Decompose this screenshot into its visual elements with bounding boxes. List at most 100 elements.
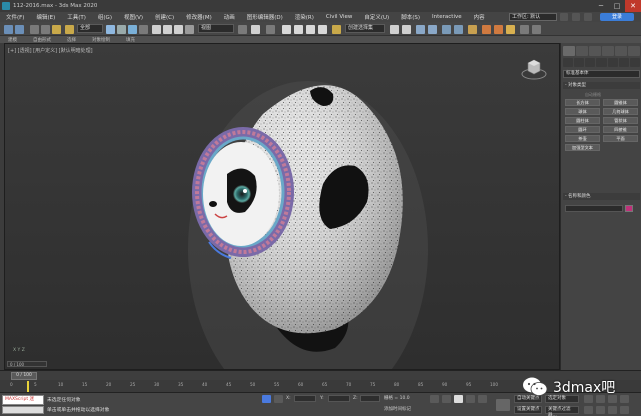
- ribbon-tab-modeling[interactable]: 建模: [0, 37, 25, 43]
- scene-explorer-icon[interactable]: [416, 25, 425, 34]
- textplus-button[interactable]: 加强型文本: [565, 144, 600, 151]
- plane-button[interactable]: 平面: [603, 135, 638, 142]
- pan-view-icon[interactable]: [596, 406, 605, 414]
- time-slider-thumb[interactable]: 0 / 100: [11, 372, 37, 380]
- keyboard-shortcut-icon[interactable]: [266, 25, 275, 34]
- orbit-icon[interactable]: [608, 406, 617, 414]
- align-icon[interactable]: [402, 25, 411, 34]
- modify-tab-icon[interactable]: [576, 46, 588, 56]
- menu-civil-view[interactable]: Civil View: [320, 14, 358, 20]
- add-time-tag[interactable]: 添加时间标记: [384, 406, 411, 412]
- place-icon[interactable]: [185, 25, 194, 34]
- menu-content[interactable]: 内容: [468, 13, 491, 21]
- next-frame-icon[interactable]: [466, 395, 475, 403]
- snaps-toggle-icon[interactable]: [282, 25, 291, 34]
- menu-file[interactable]: 文件(F): [0, 13, 30, 21]
- menu-animation[interactable]: 动画: [218, 13, 241, 21]
- key-filters-button[interactable]: 关键点过滤器...: [545, 406, 579, 416]
- angle-snap-icon[interactable]: [294, 25, 303, 34]
- help-icon[interactable]: [572, 13, 580, 21]
- minimize-button[interactable]: ─: [593, 0, 609, 12]
- geosphere-button[interactable]: 几何球体: [603, 108, 638, 115]
- set-key-button[interactable]: 设置关键点: [514, 406, 542, 414]
- play-icon[interactable]: [454, 395, 463, 403]
- pyramid-button[interactable]: 四棱锥: [603, 126, 638, 133]
- layer-explorer-icon[interactable]: [428, 25, 437, 34]
- spacewarps-icon[interactable]: [618, 58, 629, 67]
- tube-button[interactable]: 管状体: [603, 117, 638, 124]
- lights-icon[interactable]: [585, 58, 596, 67]
- workspace-select[interactable]: 工作区: 默认: [509, 13, 557, 21]
- rollout-object-type[interactable]: - 对象类型: [563, 82, 640, 89]
- login-button[interactable]: 登录: [600, 13, 634, 21]
- sphere-button[interactable]: 球体: [565, 108, 600, 115]
- ribbon-tab-populate[interactable]: 填充: [118, 37, 143, 43]
- select-manipulate-icon[interactable]: [251, 25, 260, 34]
- go-to-end-icon[interactable]: [478, 395, 487, 403]
- a360-gallery-icon[interactable]: [532, 25, 541, 34]
- percent-snap-icon[interactable]: [306, 25, 315, 34]
- render-in-cloud-icon[interactable]: [520, 25, 529, 34]
- teapot-button[interactable]: 茶壶: [565, 135, 600, 142]
- select-by-name-icon[interactable]: [117, 25, 126, 34]
- torus-button[interactable]: 圆环: [565, 126, 600, 133]
- menu-scripting[interactable]: 脚本(S): [395, 13, 426, 21]
- curve-editor-icon[interactable]: [442, 25, 451, 34]
- menu-view[interactable]: 视图(V): [118, 13, 149, 21]
- zoom-extents-all-icon[interactable]: [620, 395, 629, 403]
- select-object-icon[interactable]: [106, 25, 115, 34]
- menu-edit[interactable]: 编辑(E): [30, 13, 61, 21]
- mirror-icon[interactable]: [390, 25, 399, 34]
- object-name-field[interactable]: [565, 205, 623, 212]
- maxscript-listener[interactable]: MAXScript 迷: [2, 395, 44, 405]
- box-button[interactable]: 长方体: [565, 99, 600, 106]
- menu-interactive[interactable]: Interactive: [426, 14, 468, 20]
- geometry-icon[interactable]: [563, 58, 574, 67]
- undo-icon[interactable]: [4, 25, 13, 34]
- menu-group[interactable]: 组(G): [92, 13, 118, 21]
- rect-selection-icon[interactable]: [128, 25, 137, 34]
- cylinder-button[interactable]: 圆柱体: [565, 117, 600, 124]
- display-tab-icon[interactable]: [615, 46, 627, 56]
- search-icon[interactable]: [560, 13, 568, 21]
- go-to-start-icon[interactable]: [430, 395, 439, 403]
- pivot-center-icon[interactable]: [238, 25, 247, 34]
- y-coord-field[interactable]: [328, 395, 350, 402]
- previous-frame-icon[interactable]: [442, 395, 451, 403]
- reference-coord-dropdown[interactable]: 视图: [198, 24, 234, 33]
- edit-named-selection-icon[interactable]: [332, 25, 341, 34]
- spinner-snap-icon[interactable]: [318, 25, 327, 34]
- primitive-category-dropdown[interactable]: 标准基本体: [563, 70, 640, 78]
- menu-rendering[interactable]: 渲染(R): [289, 13, 320, 21]
- scale-icon[interactable]: [174, 25, 183, 34]
- ribbon-tab-selection[interactable]: 选择: [59, 37, 84, 43]
- motion-tab-icon[interactable]: [602, 46, 614, 56]
- move-icon[interactable]: [152, 25, 161, 34]
- perspective-viewport[interactable]: [+] [透视] [用户定义] [默认明暗处理] X Y Z 0 / 100: [4, 43, 560, 370]
- create-tab-icon[interactable]: [563, 46, 575, 56]
- menu-graph-editors[interactable]: 图形编辑器(D): [241, 13, 289, 21]
- maximize-viewport-icon[interactable]: [620, 406, 629, 414]
- helpers-icon[interactable]: [607, 58, 618, 67]
- field-of-view-icon[interactable]: [584, 406, 593, 414]
- maximize-button[interactable]: □: [609, 0, 625, 12]
- object-color-swatch[interactable]: [625, 205, 633, 212]
- set-key-big-icon[interactable]: [496, 399, 510, 411]
- rendered-frame-window-icon[interactable]: [494, 25, 503, 34]
- autogrid-checkbox[interactable]: 自动栅格: [585, 92, 601, 98]
- x-coord-field[interactable]: [294, 395, 316, 402]
- schematic-view-icon[interactable]: [454, 25, 463, 34]
- maxscript-mini-input[interactable]: [2, 406, 44, 414]
- cone-button[interactable]: 圆锥体: [603, 99, 638, 106]
- isolate-selection-icon[interactable]: [262, 395, 271, 403]
- systems-icon[interactable]: [629, 58, 640, 67]
- ribbon-tab-freeform[interactable]: 自由形式: [25, 37, 59, 43]
- render-setup-icon[interactable]: [482, 25, 491, 34]
- render-production-icon[interactable]: [506, 25, 515, 34]
- viewcube-icon[interactable]: [521, 56, 547, 82]
- menu-customize[interactable]: 自定义(U): [358, 13, 395, 21]
- redo-icon[interactable]: [15, 25, 24, 34]
- rollout-name-and-color[interactable]: - 名称和颜色: [563, 193, 640, 200]
- menu-modifiers[interactable]: 修改器(M): [180, 13, 218, 21]
- z-coord-field[interactable]: [360, 395, 380, 402]
